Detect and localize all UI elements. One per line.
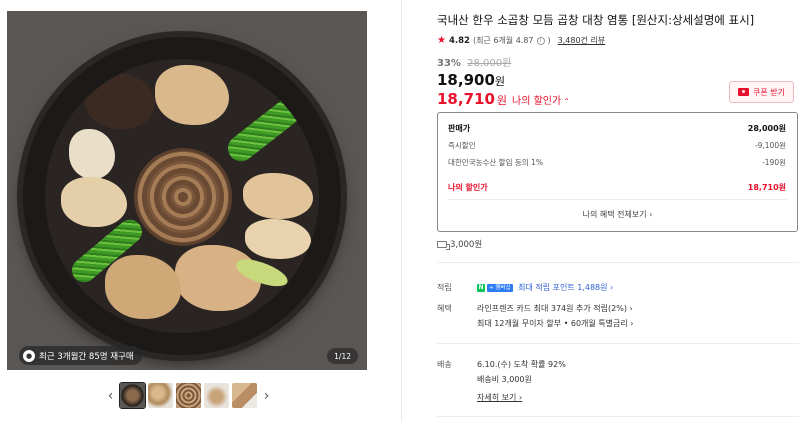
my-price-unit: 원 bbox=[496, 94, 508, 107]
shipping-fee: 배송비 3,000원 bbox=[477, 375, 532, 384]
benefit-row-value: -190원 bbox=[762, 158, 786, 167]
star-icon: ★ bbox=[437, 35, 446, 46]
naverpay-n-icon: N bbox=[477, 283, 485, 292]
coupon-label: 쿠폰 받기 bbox=[753, 87, 785, 97]
gopchang-spiral bbox=[137, 151, 229, 243]
sale-price-unit: 원 bbox=[494, 75, 506, 88]
divider bbox=[437, 343, 799, 344]
rating-score: 4.82 bbox=[448, 35, 470, 46]
points-row[interactable]: N + 멤버십 최대 적립 포인트 1,488원 › bbox=[477, 282, 613, 293]
coupon-icon bbox=[738, 88, 749, 96]
my-price-label: 나의 할인가 bbox=[512, 96, 562, 107]
arrival-estimate: 6.10.(수) 도착 확률 92% bbox=[477, 360, 566, 369]
thumbnail-next-button[interactable]: › bbox=[260, 383, 273, 408]
rating-recent: (최근 6개월 4.87 bbox=[472, 36, 534, 45]
benefit-row-value: -9,100원 bbox=[754, 141, 786, 150]
benefit-row-instant-discount: 즉시할인 -9,100원 bbox=[448, 140, 786, 151]
product-title: 국내산 한우 소곱창 모듬 곱창 대창 염통 [원산지:상세설명에 표시] bbox=[437, 13, 755, 27]
delivery-fee-value: 3,000원 bbox=[450, 240, 483, 250]
original-price: 28,000원 bbox=[467, 58, 512, 69]
shipping-detail-link[interactable]: 자세히 보기 › bbox=[477, 392, 522, 403]
benefit-row-extra-discount: 대한민국농수산 할임 등의 1% -190원 bbox=[448, 157, 786, 168]
membership-tag: + 멤버십 bbox=[487, 283, 513, 292]
product-main-image[interactable]: ● 최근 3개월간 85명 재구매 1/12 bbox=[7, 11, 367, 370]
benefit-row-my-price: 나의 할인가 18,710원 bbox=[448, 182, 786, 193]
repurchase-badge: ● 최근 3개월간 85명 재구매 bbox=[19, 346, 142, 365]
info-icon[interactable]: i bbox=[536, 36, 545, 45]
hotpot-pan-image bbox=[23, 37, 341, 355]
thumbnail-prev-button[interactable]: ‹ bbox=[104, 383, 117, 408]
repurchase-text: 최근 3개월간 85명 재구매 bbox=[39, 351, 134, 362]
benefit-row-label: 나의 할인가 bbox=[448, 183, 488, 192]
shipping-label: 배송 bbox=[437, 360, 452, 369]
benefit-label: 혜택 bbox=[437, 304, 452, 313]
installment-benefit-link[interactable]: 최대 12개월 무이자 할부 • 60개월 특별금리 › bbox=[477, 318, 633, 329]
points-label: 적립 bbox=[437, 283, 452, 292]
thumbnail-2[interactable] bbox=[148, 383, 173, 408]
card-benefit-link[interactable]: 라인프렌즈 카드 최대 374원 추가 적립(2%) › bbox=[477, 303, 633, 314]
benefit-row-value: 18,710원 bbox=[747, 183, 786, 192]
truck-icon bbox=[437, 240, 450, 250]
delivery-fee-row: 3,000원 bbox=[437, 238, 482, 250]
thumbnail-strip: ‹ › bbox=[104, 382, 273, 409]
divider bbox=[437, 262, 799, 263]
chevron-up-icon: ⌃ bbox=[563, 97, 570, 106]
benefit-row-value: 28,000원 bbox=[747, 124, 786, 133]
discount-row: 33% 28,000원 bbox=[437, 54, 511, 69]
thumbnail-1[interactable] bbox=[119, 382, 146, 409]
price-benefit-box: 판매가 28,000원 즉시할인 -9,100원 대한민국농수산 할임 등의 1… bbox=[437, 112, 798, 232]
user-icon: ● bbox=[23, 349, 35, 362]
discount-rate: 33% bbox=[437, 58, 461, 69]
points-text: 최대 적립 포인트 1,488원 › bbox=[518, 283, 614, 292]
thumbnail-5[interactable] bbox=[232, 383, 257, 408]
my-discount-price[interactable]: 18,710 원 나의 할인가 ⌃ bbox=[437, 90, 570, 108]
my-price-value: 18,710 bbox=[437, 90, 495, 108]
benefit-row-label: 대한민국농수산 할임 등의 1% bbox=[448, 158, 543, 167]
naverpay-membership-badge: N + 멤버십 bbox=[477, 283, 513, 292]
benefit-row-list-price: 판매가 28,000원 bbox=[448, 123, 786, 134]
all-benefits-link[interactable]: 나의 혜택 전체보기 › bbox=[438, 209, 797, 220]
divider bbox=[437, 416, 799, 417]
image-page-counter: 1/12 bbox=[327, 348, 358, 364]
benefit-row-label: 즉시할인 bbox=[448, 141, 476, 150]
thumbnail-4[interactable] bbox=[204, 383, 229, 408]
rating-row: ★ 4.82 (최근 6개월 4.87 i ) 3,480건 리뷰 bbox=[437, 35, 605, 46]
rating-recent-close: ) bbox=[547, 36, 551, 45]
coupon-button[interactable]: 쿠폰 받기 bbox=[729, 81, 794, 103]
sale-price: 18,900원 bbox=[437, 71, 505, 89]
divider bbox=[448, 199, 787, 200]
review-count-link[interactable]: 3,480건 리뷰 bbox=[558, 35, 606, 46]
column-divider bbox=[401, 0, 402, 422]
benefit-row-label: 판매가 bbox=[448, 124, 471, 133]
thumbnail-3[interactable] bbox=[176, 383, 201, 408]
sale-price-value: 18,900 bbox=[437, 71, 495, 89]
